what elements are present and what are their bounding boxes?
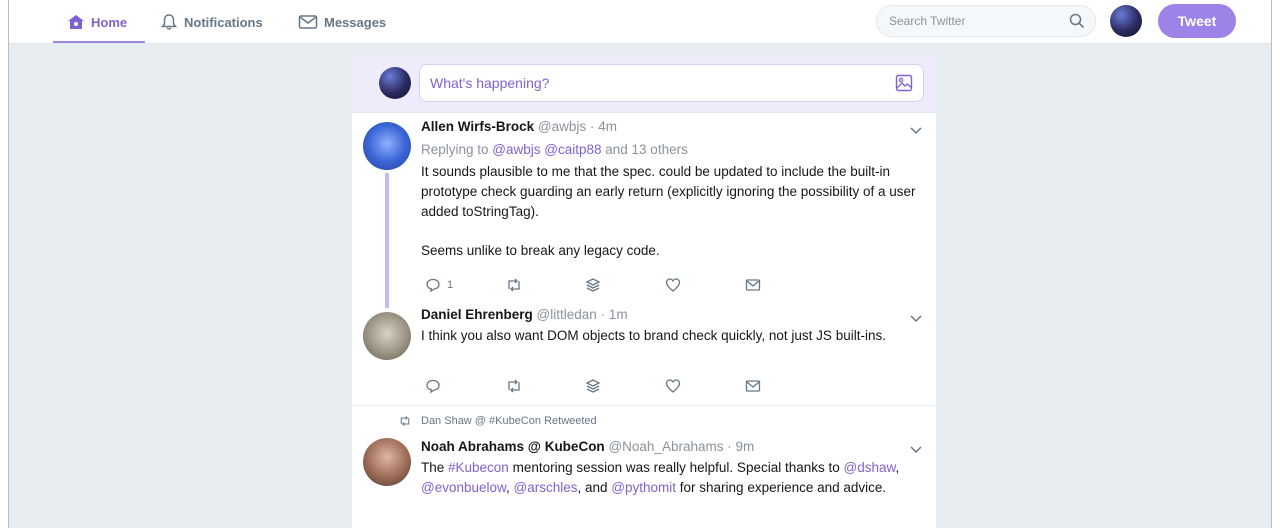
retweet-icon bbox=[508, 379, 520, 393]
tweet-paragraph: It sounds plausible to me that the spec.… bbox=[421, 164, 916, 219]
timestamp[interactable]: 1m bbox=[609, 307, 628, 322]
direct-message-button[interactable] bbox=[745, 378, 825, 394]
tweet-text: The #Kubecon mentoring session was reall… bbox=[421, 458, 920, 498]
mail-icon bbox=[745, 380, 761, 392]
author-handle[interactable]: @littledan bbox=[537, 307, 597, 322]
replying-prefix: Replying to bbox=[421, 142, 493, 157]
retweet-icon bbox=[508, 278, 520, 292]
stack-icon bbox=[585, 278, 601, 292]
tweet-button[interactable]: Tweet bbox=[1158, 4, 1236, 38]
tweet-header: Noah Abrahams @ KubeCon @Noah_Abrahams ·… bbox=[421, 438, 920, 455]
tweet[interactable]: Dan Shaw @ #KubeCon Retweeted Noah Abrah… bbox=[352, 406, 936, 528]
replying-suffix: and 13 others bbox=[601, 142, 688, 157]
search-input[interactable] bbox=[889, 14, 1069, 28]
replying-users-link[interactable]: @awbjs @caitp88 bbox=[492, 142, 601, 157]
reply-count: 1 bbox=[447, 279, 454, 291]
mail-icon bbox=[745, 279, 761, 291]
retweet-icon bbox=[400, 416, 410, 426]
retweeted-by-label[interactable]: Dan Shaw @ #KubeCon Retweeted bbox=[421, 415, 597, 427]
thread-line bbox=[385, 173, 389, 308]
image-icon[interactable] bbox=[895, 74, 913, 92]
replying-to: Replying to @awbjs @caitp88 and 13 other… bbox=[421, 142, 920, 157]
reply-icon bbox=[426, 278, 440, 293]
stack-icon bbox=[585, 379, 601, 393]
like-button[interactable] bbox=[665, 378, 745, 394]
text-segment: , and bbox=[577, 480, 612, 495]
compose-area bbox=[352, 55, 936, 113]
chevron-down-icon[interactable] bbox=[910, 124, 922, 138]
chevron-down-icon[interactable] bbox=[910, 312, 922, 326]
tweet[interactable]: Daniel Ehrenberg @littledan · 1m I think… bbox=[352, 306, 936, 406]
tweet-header: Allen Wirfs-Brock @awbjs · 4m bbox=[421, 118, 920, 135]
separator-dot: · bbox=[600, 307, 606, 322]
mention-link[interactable]: @evonbuelow bbox=[421, 480, 506, 495]
avatar[interactable] bbox=[363, 438, 411, 486]
mention-link[interactable]: @pythomit bbox=[611, 480, 676, 495]
nav-home-label: Home bbox=[91, 14, 128, 30]
envelope-icon bbox=[298, 15, 318, 29]
mention-link[interactable]: @dshaw bbox=[844, 460, 896, 475]
nav-notifications[interactable]: Notifications bbox=[160, 0, 263, 44]
hashtag-link[interactable]: #Kubecon bbox=[448, 460, 509, 475]
compose-avatar bbox=[379, 67, 411, 99]
compose-box bbox=[419, 64, 924, 102]
author-name[interactable]: Daniel Ehrenberg bbox=[421, 307, 533, 322]
stack-button[interactable] bbox=[585, 277, 665, 293]
tweet[interactable]: Allen Wirfs-Brock @awbjs · 4m Replying t… bbox=[352, 113, 936, 308]
tweet-paragraph: Seems unlike to break any legacy code. bbox=[421, 243, 660, 258]
nav-home-active-indicator bbox=[53, 41, 145, 43]
reply-button[interactable] bbox=[425, 378, 505, 394]
tweet-actions bbox=[425, 378, 825, 394]
retweeted-by: Dan Shaw @ #KubeCon Retweeted bbox=[398, 415, 597, 427]
heart-icon bbox=[665, 278, 681, 292]
like-button[interactable] bbox=[665, 277, 745, 293]
avatar[interactable] bbox=[363, 312, 411, 360]
heart-icon bbox=[665, 379, 681, 393]
nav-home[interactable]: Home bbox=[67, 0, 127, 44]
separator-dot: · bbox=[589, 119, 595, 134]
author-handle[interactable]: @awbjs bbox=[538, 119, 586, 134]
home-icon bbox=[68, 15, 84, 29]
separator-dot: · bbox=[727, 439, 732, 454]
search-box bbox=[876, 5, 1096, 37]
text-segment: mentoring session was really helpful. Sp… bbox=[508, 460, 844, 475]
frame-edge-right bbox=[1271, 0, 1272, 528]
tweet-text: It sounds plausible to me that the spec.… bbox=[421, 162, 920, 261]
nav-messages-label: Messages bbox=[324, 14, 387, 30]
timeline: Allen Wirfs-Brock @awbjs · 4m Replying t… bbox=[352, 55, 936, 528]
search-icon[interactable] bbox=[1069, 13, 1085, 29]
bell-icon bbox=[160, 14, 178, 30]
author-name[interactable]: Allen Wirfs-Brock bbox=[421, 119, 534, 134]
avatar[interactable] bbox=[363, 122, 411, 170]
mention-link[interactable]: @arschles bbox=[514, 480, 578, 495]
nav-messages[interactable]: Messages bbox=[298, 0, 386, 44]
tweet-actions: 1 bbox=[425, 277, 825, 293]
text-segment: , bbox=[895, 460, 900, 475]
stack-button[interactable] bbox=[585, 378, 665, 394]
reply-button[interactable]: 1 bbox=[425, 277, 505, 293]
direct-message-button[interactable] bbox=[745, 277, 825, 293]
tweet-text: I think you also want DOM objects to bra… bbox=[421, 328, 886, 343]
tweet-header: Daniel Ehrenberg @littledan · 1m bbox=[421, 306, 920, 323]
text-segment: The bbox=[421, 460, 449, 475]
nav-notifications-label: Notifications bbox=[184, 14, 263, 30]
top-navigation: Home Notifications Messages Tweet bbox=[9, 0, 1271, 44]
frame-edge-left bbox=[8, 0, 9, 528]
compose-input[interactable] bbox=[430, 75, 895, 91]
chevron-down-icon[interactable] bbox=[910, 443, 922, 457]
text-segment: , bbox=[506, 480, 514, 495]
timestamp[interactable]: 4m bbox=[598, 119, 617, 134]
author-handle[interactable]: @Noah_Abrahams bbox=[608, 439, 723, 454]
reply-icon bbox=[426, 379, 440, 394]
author-name[interactable]: Noah Abrahams @ KubeCon bbox=[421, 439, 605, 454]
retweet-button[interactable] bbox=[505, 378, 585, 394]
retweet-button[interactable] bbox=[505, 277, 585, 293]
account-avatar[interactable] bbox=[1110, 5, 1142, 37]
timestamp[interactable]: 9m bbox=[736, 439, 755, 454]
text-segment: for sharing experience and advice. bbox=[676, 480, 887, 495]
